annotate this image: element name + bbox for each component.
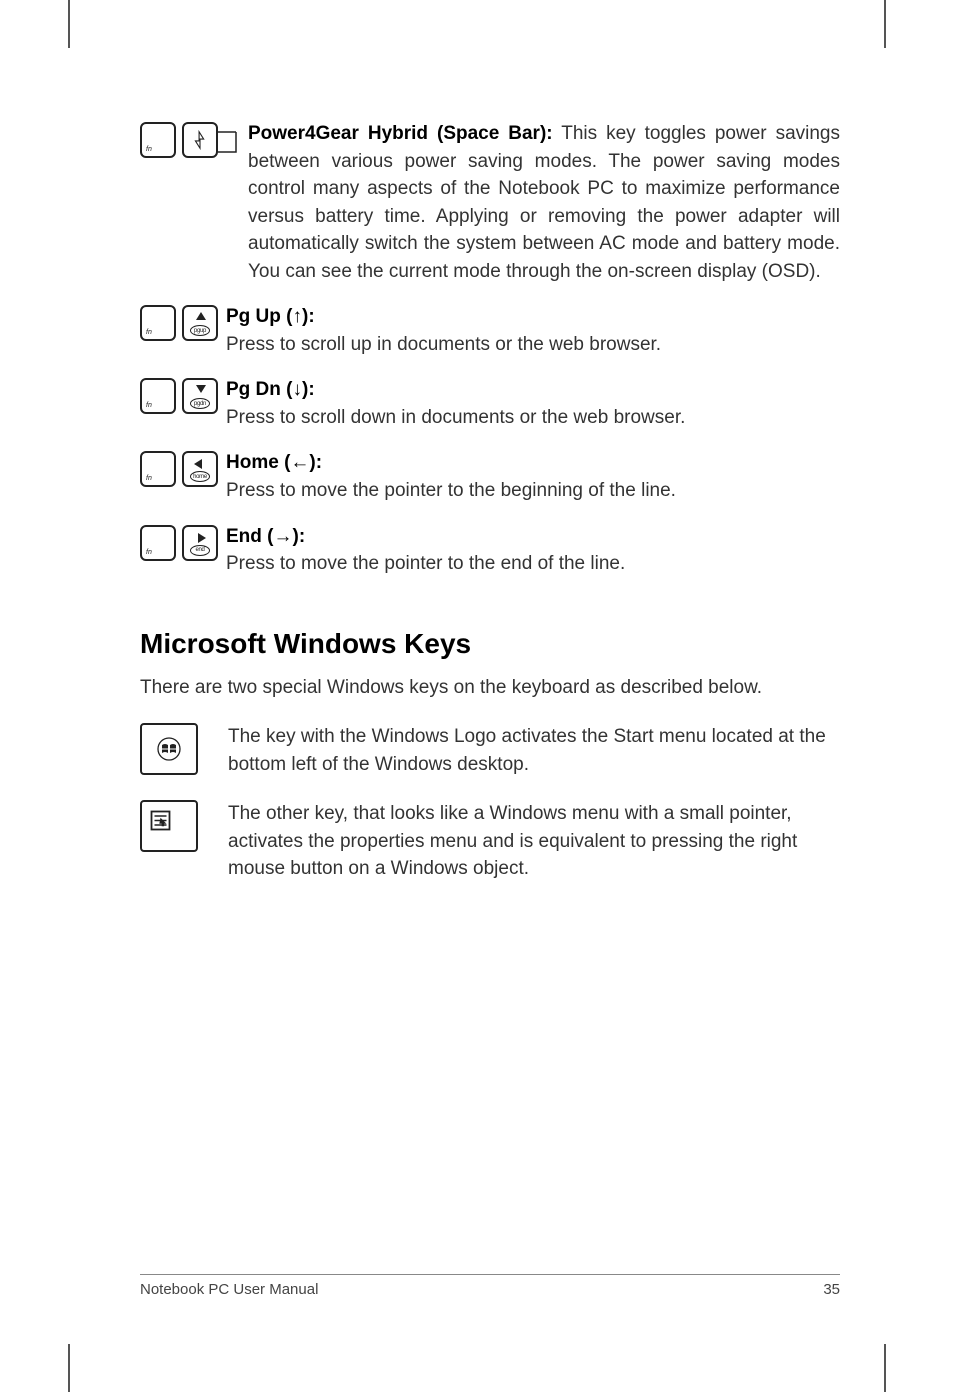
- page-number: 35: [823, 1281, 840, 1298]
- key-sublabel: pgup: [194, 328, 206, 334]
- hotkey-description: End (→): Press to move the pointer to th…: [226, 523, 625, 578]
- power-icon: [189, 129, 211, 151]
- key-combo: fn home: [140, 451, 218, 487]
- home-key-icon: home: [182, 451, 218, 487]
- key-label: fn: [146, 475, 152, 482]
- hotkey-item-power4gear: fn Power4Gear Hybrid (Space Bar): This k…: [140, 120, 840, 285]
- key-combo: fn: [140, 122, 218, 158]
- footer-title: Notebook PC User Manual: [140, 1281, 318, 1298]
- pgdn-key-icon: pgdn: [182, 378, 218, 414]
- fn-key-icon: fn: [140, 451, 176, 487]
- pgup-key-icon: pgup: [182, 305, 218, 341]
- page-footer: Notebook PC User Manual 35: [140, 1274, 840, 1298]
- connector-line-icon: [218, 126, 246, 166]
- section-heading: Microsoft Windows Keys: [140, 628, 840, 660]
- hotkey-description: Power4Gear Hybrid (Space Bar): This key …: [248, 120, 840, 285]
- key-sublabel: pgdn: [194, 401, 206, 407]
- hotkey-item-end: fn end End (→): Press to move the pointe…: [140, 523, 840, 578]
- fn-key-icon: fn: [140, 378, 176, 414]
- hotkey-description: Pg Dn (↓): Press to scroll down in docum…: [226, 376, 685, 431]
- fn-key-icon: fn: [140, 525, 176, 561]
- hotkey-item-pgdn: fn pgdn Pg Dn (↓): Press to scroll down …: [140, 376, 840, 431]
- section-intro: There are two special Windows keys on th…: [140, 674, 840, 702]
- key-combo: fn pgup: [140, 305, 218, 341]
- hotkey-body: Press to move the pointer to the end of …: [226, 553, 625, 574]
- spacebar-key-icon: [182, 122, 218, 158]
- menu-key-icon: [140, 800, 198, 852]
- hotkey-title: Home (←):: [226, 452, 322, 473]
- hotkey-body: Press to move the pointer to the beginni…: [226, 480, 676, 501]
- hotkey-body: Press to scroll down in documents or the…: [226, 407, 685, 428]
- menu-key-item: The other key, that looks like a Windows…: [140, 800, 840, 883]
- context-menu-icon: [150, 810, 174, 834]
- key-label: fn: [146, 329, 152, 336]
- windows-logo-key-item: The key with the Windows Logo activates …: [140, 723, 840, 778]
- key-combo: fn end: [140, 525, 218, 561]
- key-sublabel: home: [193, 474, 207, 480]
- page-content: fn Power4Gear Hybrid (Space Bar): This k…: [140, 120, 840, 905]
- key-label: fn: [146, 146, 152, 153]
- key-label: fn: [146, 402, 152, 409]
- hotkey-title: Pg Dn (↓):: [226, 379, 315, 400]
- fn-key-icon: fn: [140, 122, 176, 158]
- windows-logo-key-text: The key with the Windows Logo activates …: [228, 723, 840, 778]
- hotkey-title: Power4Gear Hybrid (Space Bar):: [248, 123, 553, 144]
- fn-key-icon: fn: [140, 305, 176, 341]
- hotkey-title: End (→):: [226, 526, 305, 547]
- windows-logo-key-icon: [140, 723, 198, 775]
- hotkey-title: Pg Up (↑):: [226, 306, 315, 327]
- key-sublabel: end: [195, 547, 204, 553]
- hotkey-description: Pg Up (↑): Press to scroll up in documen…: [226, 303, 661, 358]
- key-label: fn: [146, 549, 152, 556]
- key-combo: fn pgdn: [140, 378, 218, 414]
- hotkey-body: Press to scroll up in documents or the w…: [226, 334, 661, 355]
- windows-logo-icon: [157, 737, 181, 761]
- hotkey-item-home: fn home Home (←): Press to move the poin…: [140, 449, 840, 504]
- hotkey-body: This key toggles power savings between v…: [248, 123, 840, 282]
- menu-key-text: The other key, that looks like a Windows…: [228, 800, 840, 883]
- hotkey-item-pgup: fn pgup Pg Up (↑): Press to scroll up in…: [140, 303, 840, 358]
- hotkey-description: Home (←): Press to move the pointer to t…: [226, 449, 676, 504]
- end-key-icon: end: [182, 525, 218, 561]
